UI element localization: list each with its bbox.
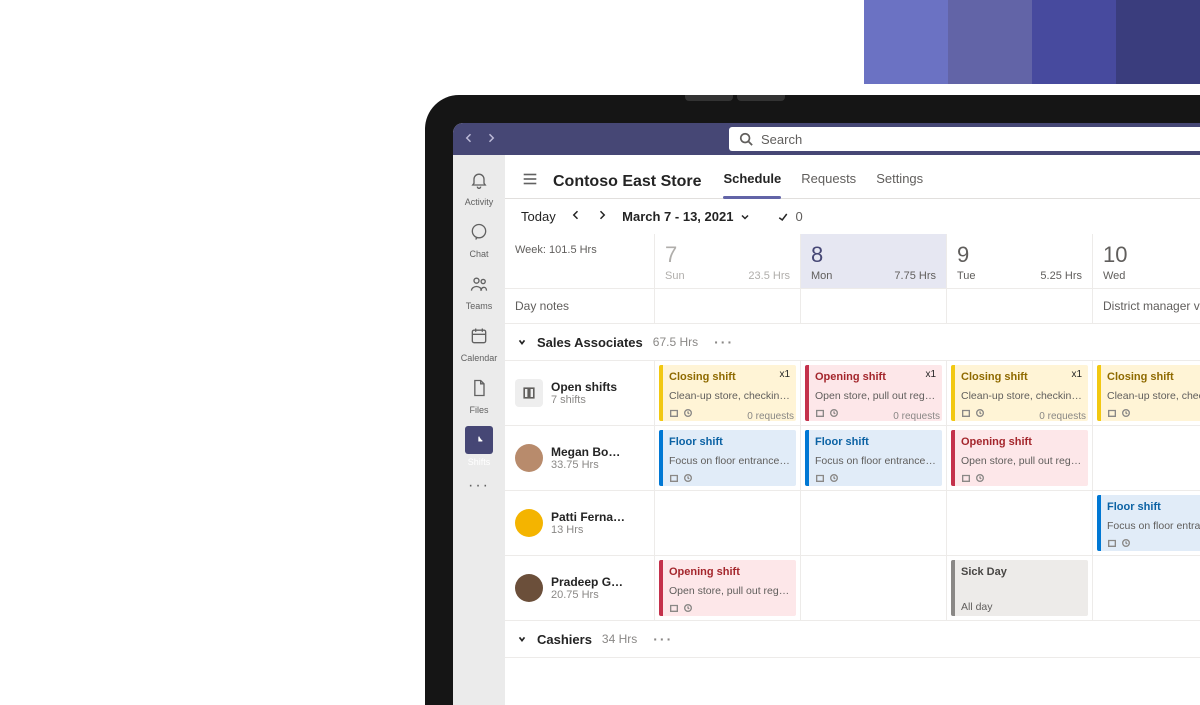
day-note-cell[interactable]: District manager visit <box>1093 289 1200 323</box>
avatar <box>515 509 543 537</box>
shift-cell[interactable] <box>655 491 801 555</box>
shifts-icon <box>469 430 489 450</box>
pending-approvals[interactable]: 0 <box>777 209 802 224</box>
shift-card-icons <box>669 473 790 483</box>
check-icon <box>777 211 789 223</box>
shift-cell[interactable] <box>801 556 947 620</box>
today-button[interactable]: Today <box>521 209 556 224</box>
shift-cell[interactable]: Opening shiftOpen store, pull out regis… <box>655 556 801 620</box>
caret-down-icon <box>517 335 527 350</box>
shift-cell[interactable]: Floor shiftFocus on floor entrance. … <box>655 426 801 490</box>
history-forward-button[interactable] <box>485 132 497 147</box>
shift-cell[interactable]: Floor shiftFocus on floor entrance. … <box>801 426 947 490</box>
chat-icon <box>469 222 489 242</box>
rail-files[interactable]: Files <box>453 369 505 419</box>
avatar <box>515 444 543 472</box>
day-notes-label: Day notes <box>505 289 655 323</box>
shift-card-icons <box>815 473 936 483</box>
shift-cell[interactable]: Opening shiftx1Open store, pull out regi… <box>801 361 947 425</box>
person-name: Megan Bo… <box>551 445 620 459</box>
rail-teams[interactable]: Teams <box>453 265 505 315</box>
tab-requests[interactable]: Requests <box>801 165 856 198</box>
person-row[interactable]: Patti Ferna…13 Hrs <box>505 491 655 555</box>
shift-cell[interactable]: Closing shiftx1Clean-up store, chec…0 <box>1093 361 1200 425</box>
tab-schedule[interactable]: Schedule <box>723 165 781 198</box>
shift-cell[interactable]: Closing shiftx1Clean-up store, checking … <box>655 361 801 425</box>
rail-shifts[interactable]: Shifts <box>453 421 505 471</box>
search-input[interactable]: Search <box>729 127 1200 151</box>
shift-card[interactable]: Floor shiftFocus on floor entrance. … <box>659 430 796 486</box>
rail-calendar[interactable]: Calendar <box>453 317 505 367</box>
day-note-cell[interactable] <box>655 289 801 323</box>
window-titlebar: Search <box>453 123 1200 155</box>
search-icon <box>739 132 753 146</box>
app-rail: Activity Chat Teams Calendar Files <box>453 155 505 705</box>
day-column-mon[interactable]: 8Mon7.75 Hrs <box>801 234 947 288</box>
bell-icon <box>469 170 489 190</box>
shift-card-icons <box>1107 408 1200 418</box>
decorative-color-blocks <box>864 0 1200 84</box>
person-row[interactable]: Pradeep G…20.75 Hrs <box>505 556 655 620</box>
shift-cell[interactable]: Floor shiftFocus on floor entran <box>1093 491 1200 555</box>
day-column-tue[interactable]: 9Tue5.25 Hrs <box>947 234 1093 288</box>
next-week-button[interactable] <box>596 209 608 224</box>
shift-card-icons <box>1107 538 1200 548</box>
week-total: Week: 101.5 Hrs <box>505 234 655 288</box>
team-name: Contoso East Store <box>553 173 701 191</box>
shift-cell[interactable]: Opening shiftOpen store, pull out regis… <box>947 426 1093 490</box>
rail-chat[interactable]: Chat <box>453 213 505 263</box>
header-tabs: Schedule Requests Settings <box>723 165 923 198</box>
date-range-picker[interactable]: March 7 - 13, 2021 <box>622 209 751 224</box>
person-name: Open shifts <box>551 380 617 394</box>
group-header[interactable]: Sales Associates67.5 Hrs··· <box>505 324 1200 361</box>
person-hours: 33.75 Hrs <box>551 459 620 471</box>
shift-card[interactable]: Floor shiftFocus on floor entran <box>1097 495 1200 551</box>
avatar <box>515 379 543 407</box>
shift-cell[interactable] <box>947 491 1093 555</box>
group-more-button[interactable]: ··· <box>714 334 734 350</box>
hamburger-button[interactable] <box>521 170 539 193</box>
shift-cell[interactable]: Closing shiftx1Clean-up store, checking … <box>947 361 1093 425</box>
person-row[interactable]: Megan Bo…33.75 Hrs <box>505 426 655 490</box>
group-more-button[interactable]: ··· <box>653 631 673 647</box>
person-name: Pradeep G… <box>551 575 623 589</box>
device-frame: Search Activity Chat Teams <box>425 95 1200 705</box>
history-back-button[interactable] <box>463 132 475 147</box>
shift-cell[interactable] <box>1093 556 1200 620</box>
requests-count: 0 requests <box>1039 411 1086 422</box>
shift-card[interactable]: Closing shiftx1Clean-up store, chec… <box>1097 365 1200 421</box>
people-icon <box>469 274 489 294</box>
shift-card[interactable]: Sick DayAll day <box>951 560 1088 616</box>
avatar <box>515 574 543 602</box>
day-note-cell[interactable] <box>801 289 947 323</box>
day-column-sun[interactable]: 7Sun23.5 Hrs <box>655 234 801 288</box>
shift-card-icons <box>669 603 790 613</box>
chevron-down-icon <box>739 211 751 223</box>
day-column-wed[interactable]: 10Wed18 <box>1093 234 1200 288</box>
group-header[interactable]: Cashiers34 Hrs··· <box>505 621 1200 658</box>
person-hours: 7 shifts <box>551 394 617 406</box>
open-shifts-row[interactable]: Open shifts7 shifts <box>505 361 655 425</box>
caret-down-icon <box>517 632 527 647</box>
shift-card[interactable]: Opening shiftOpen store, pull out regis… <box>951 430 1088 486</box>
rail-more-button[interactable]: ··· <box>468 477 490 495</box>
rail-activity[interactable]: Activity <box>453 161 505 211</box>
person-hours: 13 Hrs <box>551 524 625 536</box>
tab-settings[interactable]: Settings <box>876 165 923 198</box>
shift-cell[interactable] <box>801 491 947 555</box>
file-icon <box>469 378 489 398</box>
shift-cell[interactable] <box>1093 426 1200 490</box>
person-name: Patti Ferna… <box>551 510 625 524</box>
shift-card-icons <box>961 473 1082 483</box>
calendar-icon <box>469 326 489 346</box>
shift-card[interactable]: Floor shiftFocus on floor entrance. … <box>805 430 942 486</box>
shift-cell[interactable]: Sick DayAll day <box>947 556 1093 620</box>
requests-count: 0 requests <box>747 411 794 422</box>
person-hours: 20.75 Hrs <box>551 589 623 601</box>
requests-count: 0 requests <box>893 411 940 422</box>
shift-card[interactable]: Opening shiftOpen store, pull out regis… <box>659 560 796 616</box>
day-note-cell[interactable] <box>947 289 1093 323</box>
prev-week-button[interactable] <box>570 209 582 224</box>
search-placeholder: Search <box>761 132 802 147</box>
